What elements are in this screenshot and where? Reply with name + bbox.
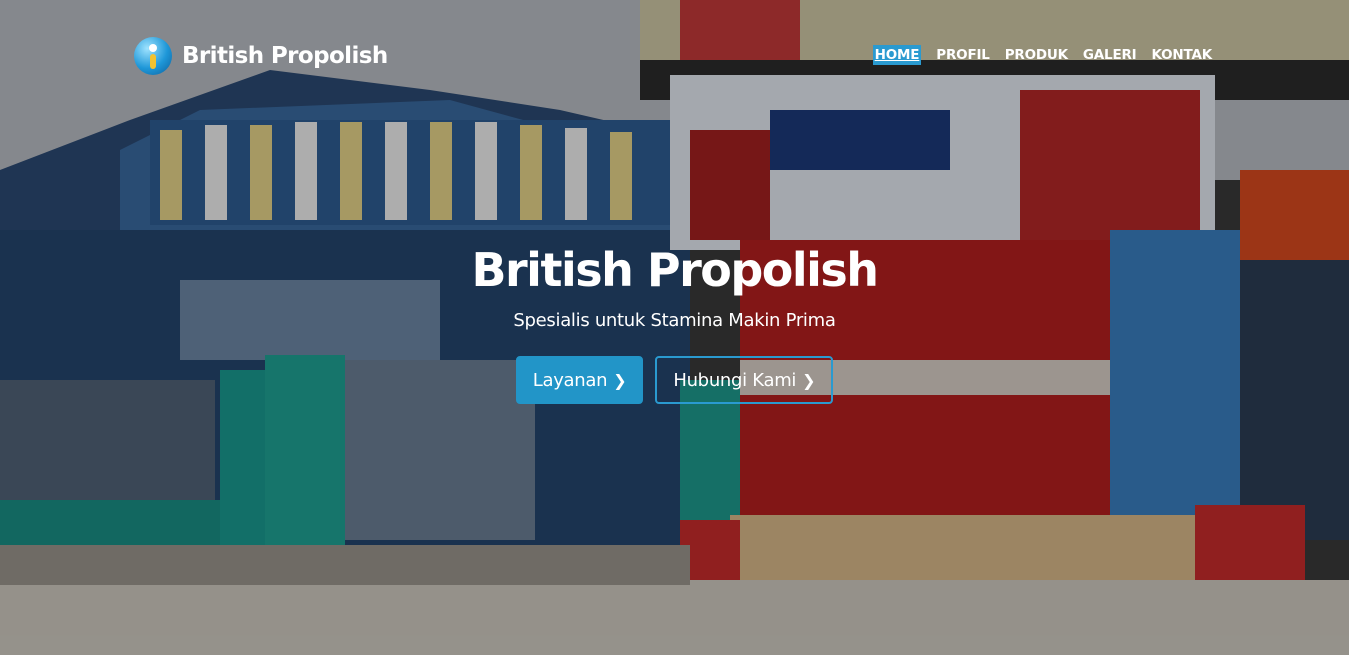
hubungi-kami-button[interactable]: Hubungi Kami ❯ [655, 356, 834, 404]
nav-item-home[interactable]: HOME [872, 45, 922, 65]
chevron-right-icon: ❯ [802, 370, 816, 390]
hero-actions: Layanan ❯ Hubungi Kami ❯ [0, 356, 1349, 404]
nav-item-profil[interactable]: PROFIL [936, 45, 990, 65]
hero-section: British Propolish Spesialis untuk Stamin… [0, 230, 1349, 404]
nav-item-kontak[interactable]: KONTAK [1152, 45, 1213, 65]
layanan-button[interactable]: Layanan ❯ [515, 356, 644, 404]
main-nav: HOME PROFIL PRODUK GALERI KONTAK [872, 45, 1213, 65]
brand-name: British Propolish [182, 43, 388, 69]
brand-logo-icon [134, 37, 172, 75]
brand-link[interactable]: British Propolish [134, 37, 388, 75]
hero-subtitle: Spesialis untuk Stamina Makin Prima [513, 310, 836, 331]
hero-title: British Propolish [471, 243, 879, 297]
nav-item-produk[interactable]: PRODUK [1005, 45, 1068, 65]
chevron-right-icon: ❯ [613, 370, 627, 390]
hubungi-kami-button-label: Hubungi Kami [673, 369, 797, 391]
layanan-button-label: Layanan [532, 369, 608, 391]
nav-item-galeri[interactable]: GALERI [1083, 45, 1137, 65]
